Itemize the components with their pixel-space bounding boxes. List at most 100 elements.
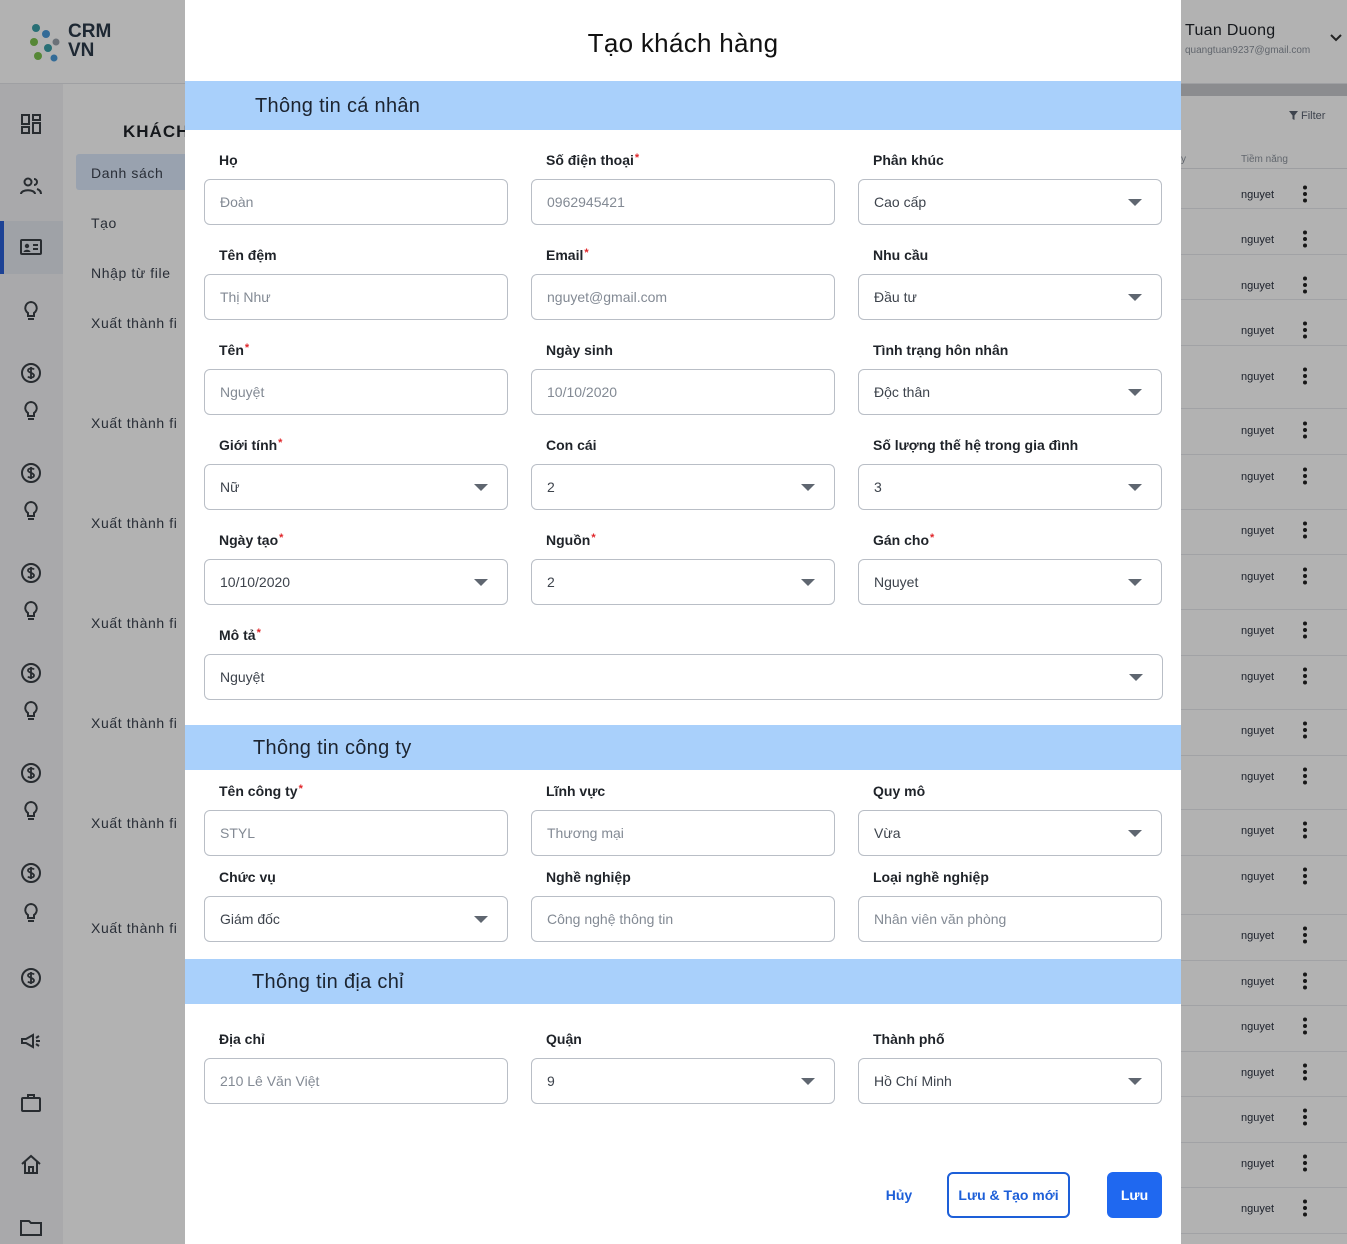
input-placeholder: Thương mại — [547, 825, 624, 841]
input-placeholder: Thị Như — [220, 289, 271, 305]
input-placeholder: 210 Lê Văn Việt — [220, 1073, 320, 1089]
chevron-down-icon — [1128, 484, 1142, 491]
district-select[interactable]: 9 — [531, 1058, 835, 1104]
desc-label: Mô tả* — [219, 627, 261, 643]
job-input[interactable]: Công nghệ thông tin — [531, 896, 835, 942]
chevron-down-icon — [1128, 830, 1142, 837]
cancel-button[interactable]: Hủy — [871, 1172, 927, 1218]
input-placeholder: Đoàn — [220, 194, 254, 210]
select-value: Nguyet — [874, 574, 919, 590]
section-address: Thông tin địa chỉ — [185, 959, 1181, 1004]
select-value: 2 — [547, 479, 555, 495]
ho-input[interactable]: Đoàn — [204, 179, 508, 225]
email-input[interactable]: nguyet@gmail.com — [531, 274, 835, 320]
required-mark: * — [256, 627, 261, 639]
position-label: Chức vụ — [219, 869, 276, 885]
segment-label: Phân khúc — [873, 152, 944, 168]
input-placeholder: Nguyệt — [220, 384, 265, 400]
create-customer-modal: Tạo khách hàng Thông tin cá nhân Thông t… — [185, 0, 1181, 1244]
section-label: Thông tin địa chỉ — [252, 971, 404, 993]
required-mark: * — [278, 437, 283, 449]
city-select[interactable]: Hồ Chí Minh — [858, 1058, 1162, 1104]
chevron-down-icon — [1128, 1078, 1142, 1085]
district-label: Quận — [546, 1031, 582, 1047]
input-placeholder: nguyet@gmail.com — [547, 289, 668, 305]
scale-select[interactable]: Vừa — [858, 810, 1162, 856]
name-input[interactable]: Nguyệt — [204, 369, 508, 415]
need-label: Nhu cầu — [873, 247, 929, 263]
desc-select[interactable]: Nguyệt — [204, 654, 1163, 700]
gender-select[interactable]: Nữ — [204, 464, 508, 510]
select-value: 10/10/2020 — [220, 574, 291, 590]
phone-input[interactable]: 0962945421 — [531, 179, 835, 225]
save-and-new-button[interactable]: Lưu & Tạo mới — [947, 1172, 1070, 1218]
generations-select[interactable]: 3 — [858, 464, 1162, 510]
address-input[interactable]: 210 Lê Văn Việt — [204, 1058, 508, 1104]
required-mark: * — [244, 342, 250, 354]
need-select[interactable]: Đầu tư — [858, 274, 1162, 320]
job-type-input[interactable]: Nhân viên văn phòng — [858, 896, 1162, 942]
birthday-input[interactable]: 10/10/2020 — [531, 369, 835, 415]
chevron-down-icon — [474, 579, 488, 586]
source-label: Nguồn* — [546, 532, 596, 548]
required-mark: * — [634, 152, 640, 164]
field-input[interactable]: Thương mại — [531, 810, 835, 856]
created-select[interactable]: 10/10/2020 — [204, 559, 508, 605]
select-value: Cao cấp — [874, 194, 927, 210]
marital-select[interactable]: Độc thân — [858, 369, 1162, 415]
input-placeholder: STYL — [220, 825, 256, 841]
section-company: Thông tin công ty — [185, 725, 1181, 770]
select-value: Vừa — [874, 825, 901, 841]
company-name-input[interactable]: STYL — [204, 810, 508, 856]
assign-label: Gán cho* — [873, 532, 935, 548]
section-personal: Thông tin cá nhân — [185, 81, 1181, 130]
chevron-down-icon — [801, 484, 815, 491]
position-select[interactable]: Giám đốc — [204, 896, 508, 942]
company-name-label: Tên công ty* — [219, 783, 303, 799]
required-mark: * — [584, 247, 589, 259]
input-placeholder: Nhân viên văn phòng — [874, 911, 1007, 927]
chevron-down-icon — [1128, 199, 1142, 206]
name-label: Tên* — [219, 342, 250, 358]
save-button[interactable]: Lưu — [1107, 1172, 1162, 1218]
address-label: Địa chỉ — [219, 1031, 265, 1047]
select-value: 2 — [547, 574, 555, 590]
chevron-down-icon — [1128, 579, 1142, 586]
middle-input[interactable]: Thị Như — [204, 274, 508, 320]
chevron-down-icon — [801, 1078, 815, 1085]
section-label: Thông tin công ty — [253, 737, 412, 759]
children-label: Con cái — [546, 437, 597, 453]
select-value: Nữ — [220, 479, 240, 495]
chevron-down-icon — [474, 484, 488, 491]
input-placeholder: 0962945421 — [547, 194, 625, 210]
source-select[interactable]: 2 — [531, 559, 835, 605]
ho-label: Họ — [219, 152, 238, 168]
modal-title: Tạo khách hàng — [587, 28, 779, 58]
select-value: Giám đốc — [220, 911, 280, 927]
generations-label: Số lượng thế hệ trong gia đình — [873, 437, 1079, 453]
city-label: Thành phố — [873, 1031, 945, 1047]
select-value: Hồ Chí Minh — [874, 1073, 952, 1089]
field-label: Lĩnh vực — [546, 783, 606, 799]
chevron-down-icon — [1129, 674, 1143, 681]
select-value: Nguyệt — [220, 669, 265, 685]
input-placeholder: 10/10/2020 — [547, 384, 618, 400]
required-mark: * — [279, 532, 284, 544]
email-label: Email* — [546, 247, 589, 263]
scale-label: Quy mô — [873, 783, 926, 799]
select-value: Độc thân — [874, 384, 931, 400]
job-type-label: Loại nghề nghiệp — [873, 869, 989, 885]
required-mark: * — [591, 532, 596, 544]
job-label: Nghề nghiệp — [546, 869, 631, 885]
segment-select[interactable]: Cao cấp — [858, 179, 1162, 225]
chevron-down-icon — [1128, 389, 1142, 396]
input-placeholder: Công nghệ thông tin — [547, 911, 674, 927]
birthday-label: Ngày sinh — [546, 342, 613, 358]
required-mark: * — [930, 532, 935, 544]
chevron-down-icon — [1128, 294, 1142, 301]
assign-select[interactable]: Nguyet — [858, 559, 1162, 605]
phone-label: Số điện thoại* — [546, 152, 640, 168]
children-select[interactable]: 2 — [531, 464, 835, 510]
select-value: 3 — [874, 479, 882, 495]
gender-label: Giới tính* — [219, 437, 283, 453]
